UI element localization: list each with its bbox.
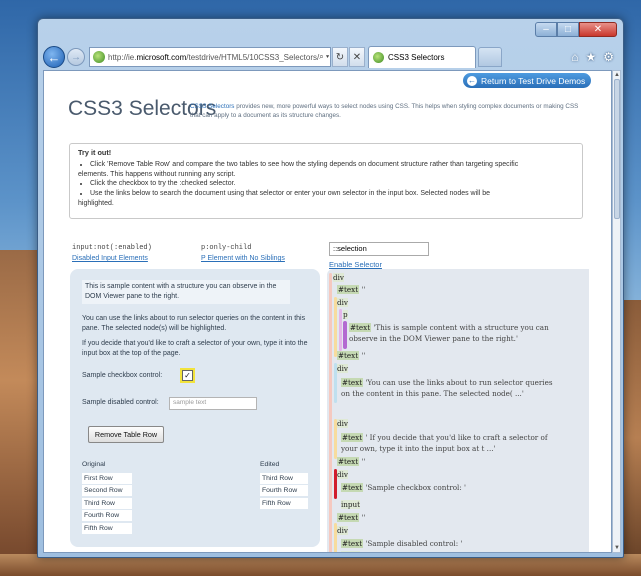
try-item: Click the checkbox to try the :checked s… <box>90 179 574 189</box>
sample-disabled-input: sample text <box>169 397 257 410</box>
table-row: Third Row <box>260 473 308 484</box>
p-element-no-siblings-link[interactable]: P Element with No Siblings <box>201 255 285 262</box>
dom-viewer-pane: div #text '' div p #text 'This is sample… <box>327 269 589 552</box>
tools-gear-icon[interactable]: ⚙ <box>603 50 614 64</box>
dom-node-continuation: on the content in this pane. The selecte… <box>341 389 524 398</box>
back-arrow-icon: ← <box>467 75 477 86</box>
sample-paragraph: You can use the links about to run selec… <box>82 315 306 333</box>
sample-paragraph: This is sample content with a structure … <box>82 280 290 305</box>
scroll-up-icon[interactable]: ▲ <box>613 71 621 79</box>
sample-paragraph: If you decide that you'd like to craft a… <box>82 340 308 358</box>
site-favicon-icon <box>93 51 105 63</box>
disabled-input-elements-link[interactable]: Disabled Input Elements <box>72 255 152 262</box>
selector-disabled-inputs: input:not(:enabled) Disabled Input Eleme… <box>72 244 152 262</box>
tab-title: CSS3 Selectors <box>388 53 445 62</box>
selector-code: input:not(:enabled) <box>72 244 152 252</box>
description-text: provides new, more powerful ways to sele… <box>190 103 579 119</box>
dom-node[interactable]: #text '' <box>337 285 365 294</box>
try-list: Click the checkbox to try the :checked s… <box>78 179 574 198</box>
dom-node[interactable]: div <box>337 364 348 373</box>
dom-node[interactable]: div <box>337 470 348 479</box>
remove-table-row-button[interactable]: Remove Table Row <box>88 426 164 443</box>
edited-table: Edited Third Row Fourth Row Fifth Row <box>260 461 308 510</box>
dom-node[interactable]: input <box>341 500 361 509</box>
try-item: Click 'Remove Table Row' and compare the… <box>90 160 574 170</box>
dom-node[interactable]: p <box>343 310 348 319</box>
dom-node[interactable]: #text ' If you decide that you'd like to… <box>341 433 548 442</box>
original-table: Original First Row Second Row Third Row … <box>82 461 132 535</box>
checkbox-label: Sample checkbox control: <box>82 372 163 379</box>
table-header: Edited <box>260 461 280 468</box>
table-row: Fourth Row <box>260 485 308 497</box>
css3-selectors-link[interactable]: CSS3 Selectors <box>190 103 234 110</box>
table-row: Third Row <box>82 497 132 509</box>
enable-selector-link[interactable]: Enable Selector <box>329 260 382 269</box>
address-path: /testdrive/HTML5/10CSS3_Selectors/ <box>186 52 320 62</box>
scroll-down-icon[interactable]: ▼ <box>613 544 621 552</box>
sample-checkbox[interactable]: ✓ <box>180 368 195 383</box>
address-prefix: http://ie. <box>108 52 137 62</box>
dom-node[interactable]: #text 'Sample checkbox control: ' <box>341 483 466 492</box>
return-button-label: Return to Test Drive Demos <box>481 75 586 86</box>
dom-node[interactable]: div <box>337 298 348 307</box>
sample-paragraph-text: This is sample content with a structure … <box>82 280 290 305</box>
try-item-continuation: highlighted. <box>78 199 114 207</box>
table-row: Fifth Row <box>82 522 132 534</box>
dom-node[interactable]: #text '' <box>337 513 365 522</box>
dom-node[interactable]: #text '' <box>337 351 365 360</box>
address-domain: microsoft.com <box>136 52 187 62</box>
dom-node[interactable]: div <box>337 419 348 428</box>
dom-node[interactable]: #text 'You can use the links about to ru… <box>341 378 553 387</box>
page-description: CSS3 Selectors provides new, more powerf… <box>190 103 590 121</box>
navigation-bar: ← → http://ie. microsoft.com/testdrive/HT… <box>43 45 618 69</box>
dom-node[interactable]: #text '' <box>337 457 365 466</box>
nesting-bar <box>343 321 347 349</box>
dom-node-continuation: observe in the DOM Viewer pane to the ri… <box>349 334 518 343</box>
tab-css3-selectors[interactable]: CSS3 Selectors <box>368 46 476 68</box>
dom-node[interactable]: input <box>341 551 361 552</box>
new-tab-button[interactable] <box>478 47 502 67</box>
window-controls: ‒ □ ✕ <box>535 22 617 37</box>
dom-node[interactable]: div <box>333 273 344 282</box>
table-row: Fifth Row <box>260 497 308 509</box>
selector-code: p:only-child <box>201 244 252 252</box>
try-item-continuation: elements. This happens without running a… <box>78 170 236 178</box>
search-dropdown-icon[interactable]: ⌕ ▾ <box>319 52 329 62</box>
try-heading: Try it out! <box>78 148 112 157</box>
stop-icon[interactable]: ✕ <box>349 47 365 67</box>
favorites-icon[interactable]: ★ <box>585 50 596 64</box>
maximize-button[interactable]: □ <box>557 22 579 37</box>
selector-input[interactable]: ::selection <box>329 242 429 256</box>
page-scrollbar[interactable]: ▲ ▼ <box>612 70 621 553</box>
browser-icons: ⌂ ★ ⚙ <box>571 50 618 64</box>
nesting-bar <box>329 273 332 552</box>
disabled-control-label: Sample disabled control: <box>82 399 159 406</box>
minimize-button[interactable]: ‒ <box>535 22 557 37</box>
sample-content-pane: This is sample content with a structure … <box>70 269 320 547</box>
browser-window: ‒ □ ✕ ← → http://ie. microsoft.com/testdr… <box>37 18 624 558</box>
refresh-icon[interactable]: ↻ <box>332 47 348 67</box>
dom-node[interactable]: #text 'This is sample content with a str… <box>349 323 549 332</box>
selector-only-child: p:only-child P Element with No Siblings <box>201 244 285 262</box>
nesting-bar <box>339 309 342 351</box>
table-row: First Row <box>82 473 132 484</box>
dom-node[interactable]: div <box>337 526 348 535</box>
page-viewport: ← Return to Test Drive Demos CSS3 Select… <box>43 70 612 553</box>
return-to-demos-button[interactable]: ← Return to Test Drive Demos <box>463 73 591 88</box>
table-row: Second Row <box>82 485 132 497</box>
address-bar[interactable]: http://ie. microsoft.com/testdrive/HTML5/… <box>89 47 331 67</box>
home-icon[interactable]: ⌂ <box>571 50 578 64</box>
back-button[interactable]: ← <box>43 46 65 68</box>
try-list: Click 'Remove Table Row' and compare the… <box>78 160 574 170</box>
try-item: Use the links below to search the docume… <box>90 189 574 199</box>
scrollbar-thumb[interactable] <box>614 79 620 219</box>
try-it-out-box: Try it out! Click 'Remove Table Row' and… <box>69 143 583 219</box>
table-row: Fourth Row <box>82 510 132 522</box>
close-button[interactable]: ✕ <box>579 22 617 37</box>
dom-node-continuation: your own, type it into the input box at … <box>341 444 496 453</box>
dom-node[interactable]: #text 'Sample disabled control: ' <box>341 539 462 548</box>
forward-button[interactable]: → <box>67 48 85 66</box>
table-header: Original <box>82 461 106 468</box>
tab-favicon-icon <box>373 52 384 63</box>
